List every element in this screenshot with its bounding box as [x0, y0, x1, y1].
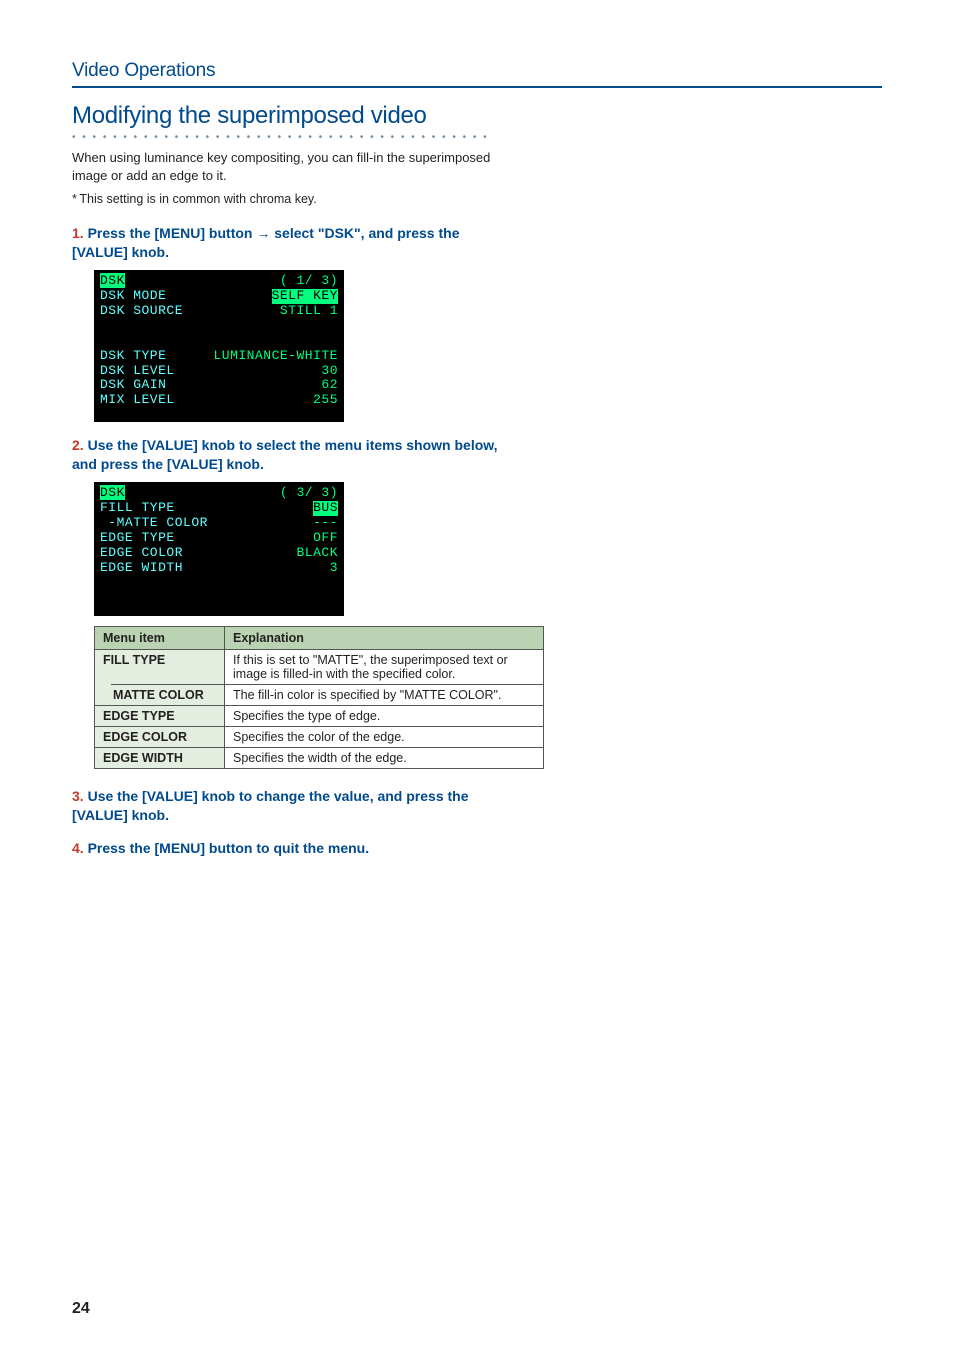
step-number: 4. [72, 840, 84, 856]
table-row: MATTE COLOR The fill-in color is specifi… [95, 684, 544, 706]
table-header-menu: Menu item [95, 626, 225, 649]
explanation: Specifies the width of the edge. [225, 748, 544, 769]
section-heading: Video Operations [72, 60, 882, 88]
page-number: 24 [72, 1300, 90, 1318]
table-row: EDGE WIDTH Specifies the width of the ed… [95, 748, 544, 769]
step-2: 2. Use the [VALUE] knob to select the me… [72, 436, 882, 769]
intro-paragraph: When using luminance key compositing, yo… [72, 149, 492, 184]
menu-item: EDGE COLOR [95, 727, 225, 748]
explanation: Specifies the type of edge. [225, 706, 544, 727]
explanation: Specifies the color of the edge. [225, 727, 544, 748]
explanation: The fill-in color is specified by "MATTE… [225, 684, 544, 706]
step-number: 3. [72, 788, 84, 804]
step-number: 1. [72, 225, 84, 241]
page-title: Modifying the superimposed video [72, 102, 882, 130]
step-text: Press the [MENU] button [88, 225, 257, 241]
step-text: Use the [VALUE] knob to select the menu … [72, 437, 498, 472]
menu-item: EDGE WIDTH [95, 748, 225, 769]
step-3: 3. Use the [VALUE] knob to change the va… [72, 787, 882, 825]
explanation: If this is set to "MATTE", the superimpo… [225, 649, 544, 684]
step-1: 1. Press the [MENU] button → select "DSK… [72, 224, 882, 422]
table-row: FILL TYPE If this is set to "MATTE", the… [95, 649, 544, 684]
step-4: 4. Press the [MENU] button to quit the m… [72, 839, 882, 858]
menu-item: MATTE COLOR [113, 688, 204, 702]
arrow-icon: → [256, 225, 270, 241]
footnote: * This setting is in common with chroma … [72, 192, 882, 206]
menu-item: EDGE TYPE [95, 706, 225, 727]
table-row: EDGE TYPE Specifies the type of edge. [95, 706, 544, 727]
menu-table: Menu item Explanation FILL TYPE If this … [94, 626, 882, 770]
table-row: EDGE COLOR Specifies the color of the ed… [95, 727, 544, 748]
menu-item: FILL TYPE [95, 649, 225, 684]
table-header-explanation: Explanation [225, 626, 544, 649]
step-text: Use the [VALUE] knob to change the value… [72, 788, 469, 823]
lcd-screenshot-2: DSK( 3/ 3) FILL TYPEBUS -MATTE COLOR--- … [94, 482, 344, 616]
step-text: Press the [MENU] button to quit the menu… [88, 840, 370, 856]
step-number: 2. [72, 437, 84, 453]
lcd-screenshot-1: DSK( 1/ 3) DSK MODESELF KEY DSK SOURCEST… [94, 270, 344, 422]
dotted-rule: • • • • • • • • • • • • • • • • • • • • … [72, 132, 882, 143]
